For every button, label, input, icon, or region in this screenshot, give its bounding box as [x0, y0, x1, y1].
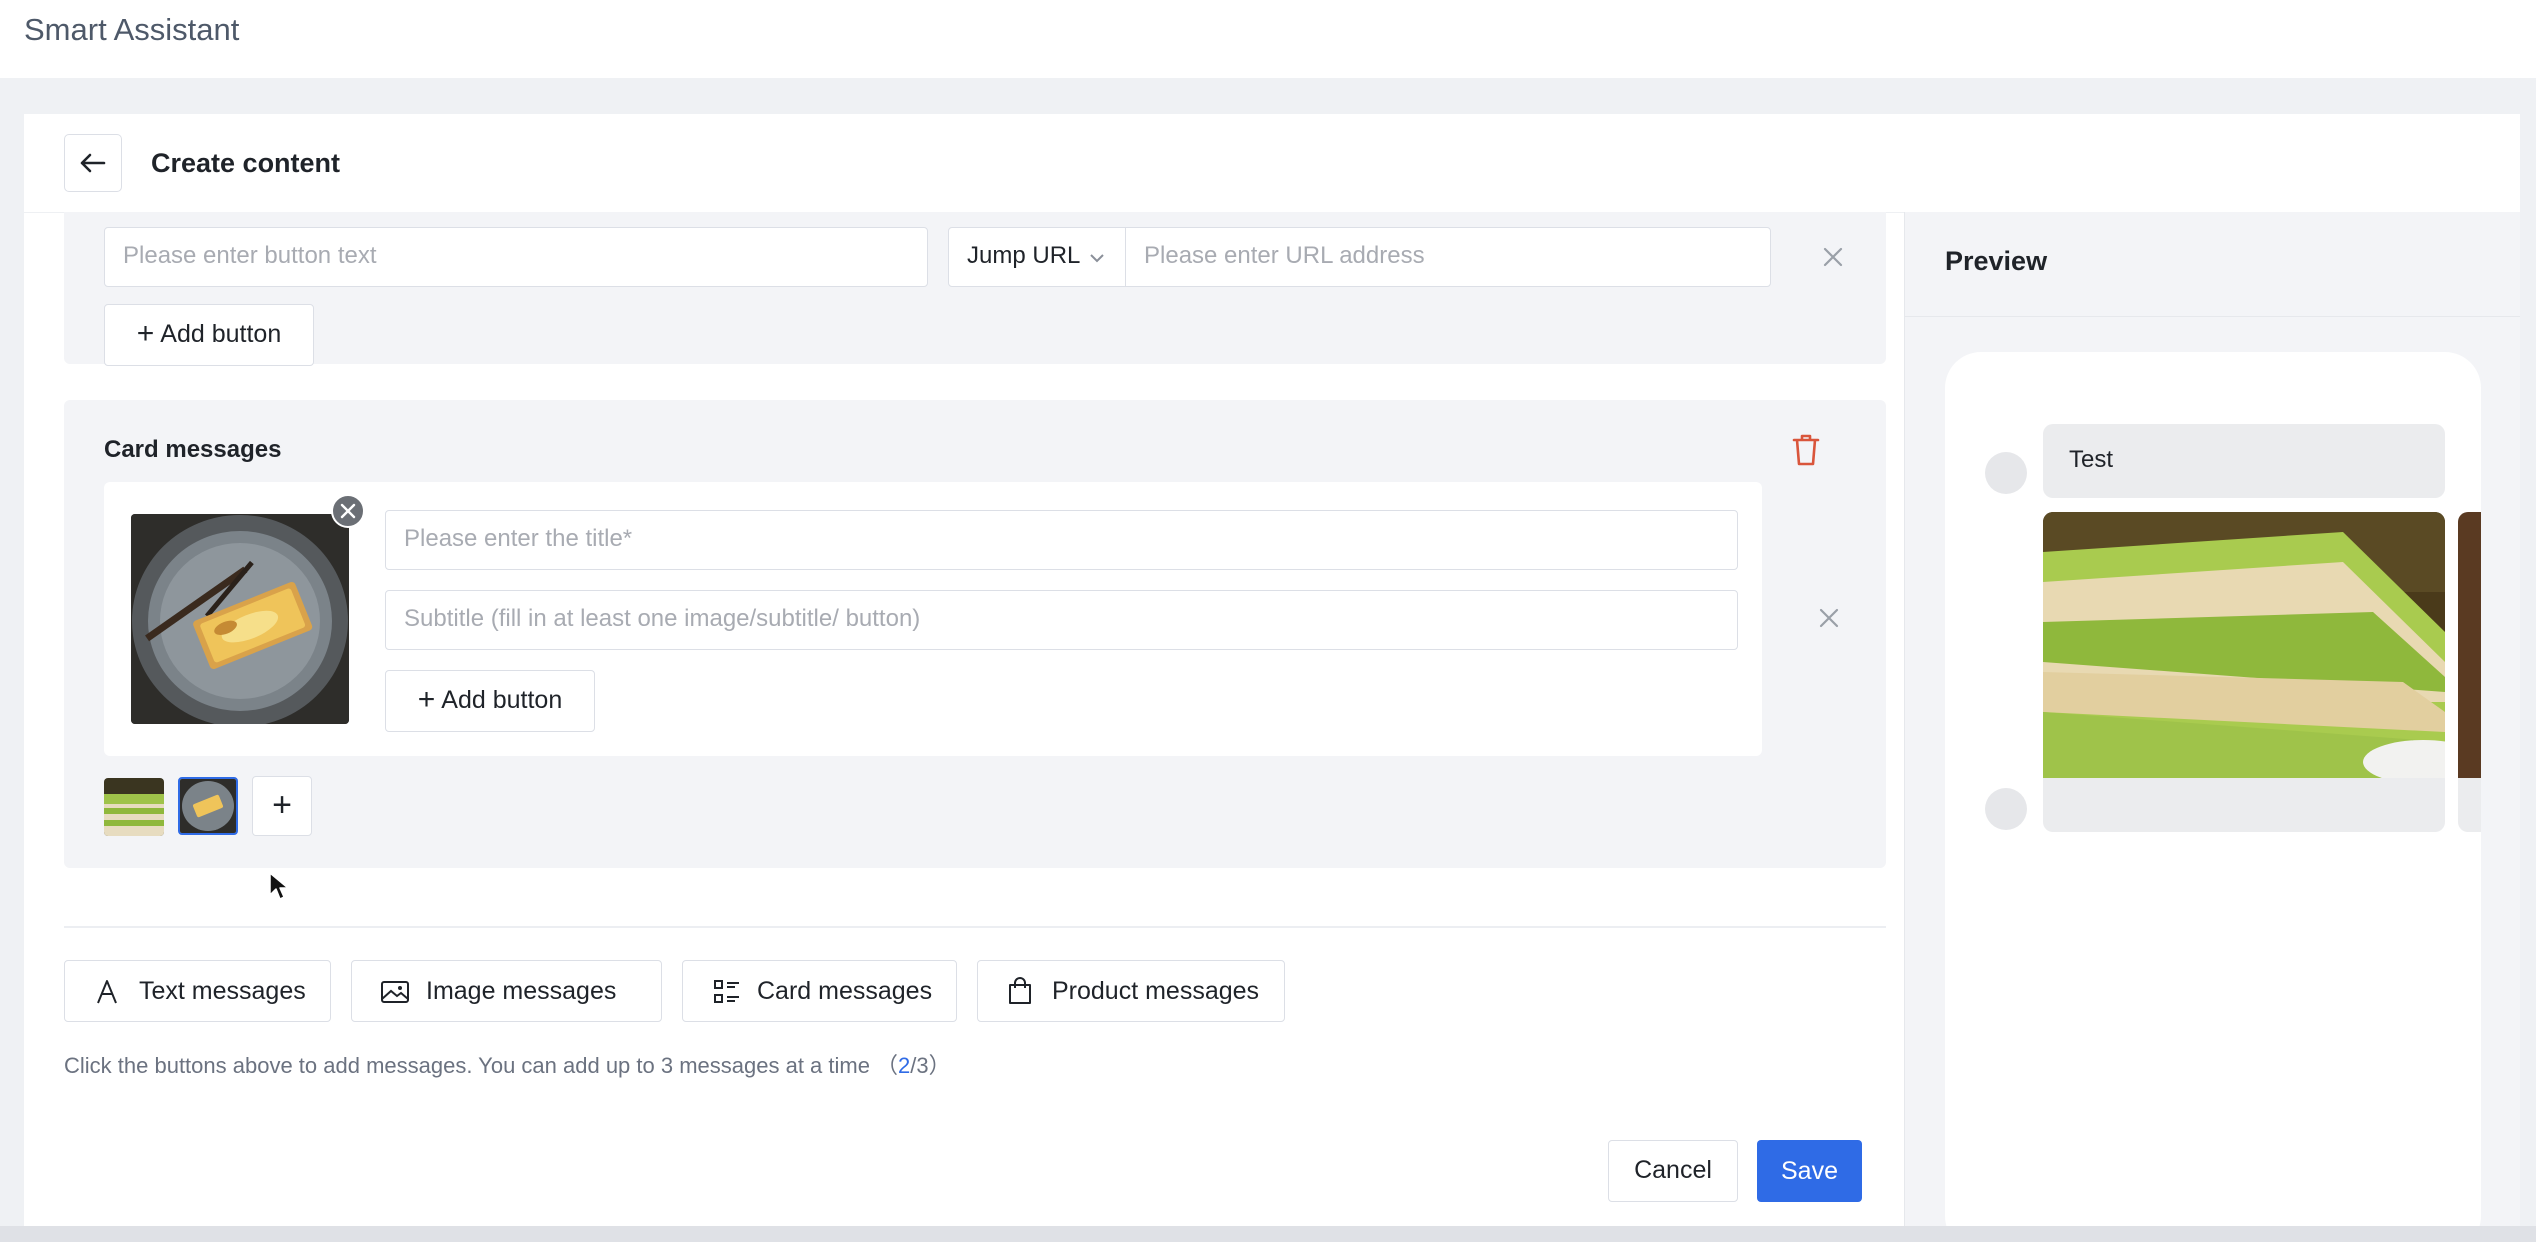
list-icon [714, 980, 739, 1003]
hint-text: Click the buttons above to add messages.… [64, 1053, 870, 1078]
green-cake-image [2043, 512, 2445, 784]
preview-text-bubble: Test [2043, 424, 2445, 498]
button-text-input[interactable]: Please enter button text [104, 227, 928, 287]
trash-icon[interactable] [1791, 433, 1821, 467]
avatar [1985, 452, 2027, 494]
phone-preview: Test [1945, 352, 2481, 1226]
plus-icon: + [417, 683, 436, 716]
image-icon [381, 981, 409, 1003]
remove-image-button[interactable] [331, 494, 365, 528]
add-product-message-button[interactable]: Product messages [977, 960, 1285, 1022]
content-panel: Create content Please enter button text … [24, 114, 2520, 1226]
cancel-button[interactable]: Cancel [1608, 1140, 1738, 1202]
hint-current-count: 2 [897, 1053, 911, 1078]
dessert-plate-image [131, 514, 349, 724]
page-title: Create content [151, 148, 341, 178]
preview-card [2043, 512, 2445, 832]
card-add-button-button[interactable]: + Add button [385, 670, 595, 732]
close-icon [340, 503, 356, 519]
card-thumbnail-cake[interactable] [104, 778, 164, 836]
next-card-image [2458, 512, 2481, 778]
mouse-cursor-icon [269, 872, 289, 900]
add-card-message-button[interactable]: Card messages [682, 960, 957, 1022]
text-messages-label: Text messages [139, 977, 306, 1005]
back-button[interactable] [64, 134, 122, 192]
arrow-left-icon [80, 153, 106, 173]
chevron-down-icon [1090, 254, 1104, 263]
add-image-message-button[interactable]: Image messages [351, 960, 662, 1022]
action-select[interactable]: Jump URL [948, 227, 1126, 287]
plus-icon: + [272, 786, 292, 824]
card-messages-label: Card messages [757, 977, 933, 1005]
card-item: Please enter the title* Subtitle (fill i… [104, 482, 1762, 756]
preview-pane: Preview Test [1904, 212, 2520, 1226]
card-thumbnail-dessert[interactable] [178, 777, 238, 835]
page-header: Create content [24, 114, 2520, 213]
image-messages-label: Image messages [426, 977, 617, 1005]
button-config-section: Please enter button text Jump URL Please… [64, 212, 1886, 366]
preview-title: Preview [1945, 246, 2048, 276]
text-icon [97, 980, 117, 1004]
action-select-value: Jump URL [967, 242, 1081, 269]
preview-header: Preview [1905, 212, 2520, 317]
card-messages-section: Card messages Please enter the title* Su… [64, 400, 1886, 868]
avatar [1985, 788, 2027, 830]
url-input[interactable]: Please enter URL address [1125, 227, 1771, 287]
section-title: Card messages [104, 436, 282, 463]
message-limit-hint: Click the buttons above to add messages.… [64, 1048, 951, 1080]
bottom-strip [0, 1226, 2536, 1242]
preview-card-next [2458, 512, 2481, 832]
card-title-input[interactable]: Please enter the title* [385, 510, 1738, 570]
hint-open: （ [875, 1053, 898, 1078]
add-button-button[interactable]: + Add button [104, 304, 314, 366]
plus-icon: + [136, 317, 155, 350]
card-add-button-label: Add button [441, 686, 563, 714]
product-messages-label: Product messages [1052, 977, 1260, 1005]
hint-close: ） [928, 1053, 951, 1078]
shopping-bag-icon [1009, 977, 1031, 1004]
add-card-button[interactable]: + [252, 776, 312, 836]
add-text-message-button[interactable]: Text messages [64, 960, 331, 1022]
divider [64, 926, 1886, 928]
app-title: Smart Assistant [24, 12, 240, 47]
dessert-thumbnail [180, 779, 236, 833]
remove-card-icon[interactable] [1816, 605, 1842, 631]
close-icon[interactable] [1820, 244, 1846, 270]
top-bar: Smart Assistant [0, 0, 2536, 78]
add-button-label: Add button [160, 320, 282, 348]
hint-max-count: 3 [916, 1053, 929, 1078]
card-image [131, 514, 349, 724]
save-button[interactable]: Save [1757, 1140, 1862, 1202]
editor-area: Please enter button text Jump URL Please… [24, 212, 1904, 1226]
green-cake-thumbnail [104, 778, 164, 836]
card-subtitle-input[interactable]: Subtitle (fill in at least one image/sub… [385, 590, 1738, 650]
